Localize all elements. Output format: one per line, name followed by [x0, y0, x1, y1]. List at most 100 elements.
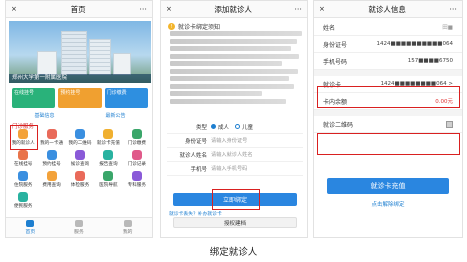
close-icon[interactable]: × — [11, 5, 17, 13]
authorize-record-button[interactable]: 授权建档 — [173, 217, 297, 228]
id-label: 身份证号 — [184, 138, 207, 145]
service-icon — [74, 150, 85, 160]
quick-online-register-button[interactable]: 在线挂号 — [12, 88, 56, 108]
service-item[interactable]: 我的二维码 — [66, 129, 94, 148]
id-number-input[interactable]: 请输入身份证号 — [211, 137, 247, 144]
more-menu-icon[interactable]: ··· — [139, 5, 147, 14]
phone-input[interactable]: 请输入手机号码 — [211, 165, 247, 172]
close-icon[interactable]: × — [319, 5, 325, 13]
qr-code-icon[interactable] — [446, 120, 453, 128]
notice-text-line — [170, 83, 295, 89]
service-label: 便民服务 — [14, 204, 33, 209]
info-links: 基础信息 最新公告 — [9, 112, 151, 119]
service-item[interactable]: 便民服务 — [9, 192, 37, 211]
service-icon — [18, 150, 29, 160]
add-patient-topbar: × 添加就诊人 ··· — [161, 1, 307, 18]
unbind-link[interactable]: 点击解除绑定 — [314, 200, 462, 208]
service-icon — [46, 129, 57, 139]
service-label: 住院服务 — [14, 183, 33, 188]
service-icon — [131, 129, 142, 139]
lost-card-link[interactable]: 就诊卡丢失？补办就诊卡 — [169, 210, 222, 217]
home-topbar: × 首页 ··· — [6, 1, 152, 18]
service-item[interactable]: 体检服务 — [66, 171, 94, 190]
service-label: 费用查询 — [42, 183, 61, 188]
service-label: 门诊记录 — [127, 162, 146, 167]
home-screen: × 首页 ··· 郑州大学第一附属医院 在线挂号 预约挂号 门诊缴费 基础信息 … — [5, 0, 153, 238]
service-icon — [18, 192, 29, 202]
service-label: 我的二维码 — [68, 141, 92, 146]
more-menu-icon[interactable]: ··· — [294, 5, 302, 14]
tab-mine[interactable]: 我的 — [123, 218, 132, 237]
close-icon[interactable]: × — [166, 5, 172, 13]
id-number-row: 身份证号 1424■■■■■■■■■■064 — [314, 36, 462, 53]
notice-text-line — [170, 68, 299, 74]
type-label: 类型 — [195, 124, 207, 131]
building-graphic — [113, 53, 131, 75]
notice-heading: ! 就诊卡绑定须知 — [168, 22, 220, 31]
service-label: 我的一卡通 — [40, 141, 64, 146]
quick-appointment-button[interactable]: 预约挂号 — [58, 88, 102, 108]
tab-label: 服务 — [74, 230, 84, 235]
tab-service[interactable]: 服务 — [74, 218, 84, 237]
id-row: 身份证号 请输入身份证号 — [167, 134, 303, 148]
service-item[interactable]: 在线挂号 — [9, 150, 37, 169]
service-icon — [131, 171, 142, 181]
banner-caption: 郑州大学第一附属医院 — [9, 74, 151, 83]
service-item[interactable]: 专科服务 — [123, 171, 151, 190]
highlight-box — [10, 125, 38, 150]
service-item[interactable]: 门诊记录 — [123, 150, 151, 169]
service-item[interactable]: 门诊缴费 — [123, 129, 151, 148]
service-item[interactable]: 候诊查询 — [66, 150, 94, 169]
service-item[interactable]: 医院导航 — [94, 171, 122, 190]
name-input[interactable]: 请输入就诊人姓名 — [211, 151, 253, 158]
patient-info-screen: × 就诊人信息 ··· 姓名 田■ 身份证号 1424■■■■■■■■■■064… — [313, 0, 463, 238]
notice-text-line — [170, 53, 300, 59]
more-menu-icon[interactable]: ··· — [449, 5, 457, 14]
service-icon — [103, 129, 114, 139]
row-value: 1424■■■■■■■■■■064 — [376, 41, 453, 47]
service-item[interactable]: 费用查询 — [37, 171, 65, 190]
figure-caption: 绑定就诊人 — [209, 247, 258, 258]
adult-radio[interactable]: 成人 — [211, 123, 229, 131]
basic-info-link[interactable]: 基础信息 — [34, 112, 54, 119]
service-label: 医院导航 — [99, 183, 118, 188]
service-label: 专科服务 — [127, 183, 146, 188]
add-patient-screen: × 添加就诊人 ··· ! 就诊卡绑定须知 类型 成人 儿童 身份证号 请输入身… — [160, 0, 308, 238]
service-item[interactable]: 住院服务 — [9, 171, 37, 190]
home-icon — [26, 220, 35, 227]
announcement-link[interactable]: 最新公告 — [105, 112, 125, 119]
building-graphic — [89, 39, 111, 75]
service-item[interactable]: 我的一卡通 — [37, 129, 65, 148]
service-icon — [103, 171, 114, 181]
tab-home[interactable]: 首页 — [26, 218, 35, 237]
user-icon — [123, 220, 132, 227]
service-icon — [74, 171, 85, 181]
phone-row: 手机号 请输入手机号码 — [167, 162, 303, 176]
service-label: 报告查询 — [99, 162, 118, 167]
building-graphic — [61, 31, 87, 75]
row-key: 身份证号 — [323, 41, 348, 49]
highlight-box — [317, 86, 460, 108]
card-recharge-button[interactable]: 就诊卡充值 — [327, 178, 449, 194]
patient-form: 类型 成人 儿童 身份证号 请输入身份证号 就诊人姓名 请输入就诊人姓名 手机号… — [167, 120, 303, 176]
building-graphic — [37, 51, 57, 75]
bottom-tabbar: 首页 服务 我的 — [6, 217, 152, 237]
quick-actions: 在线挂号 预约挂号 门诊缴费 — [9, 85, 151, 111]
service-label: 就诊卡充值 — [96, 141, 120, 146]
service-icon — [46, 150, 57, 160]
notice-text-line — [170, 38, 297, 44]
notice-text-line — [170, 61, 283, 66]
name-row: 姓名 田■ — [314, 19, 462, 36]
row-value: 157■■■■6750 — [407, 58, 453, 64]
radio-label: 成人 — [218, 124, 230, 131]
service-item[interactable]: 报告查询 — [94, 150, 122, 169]
service-item[interactable]: 预约挂号 — [37, 150, 65, 169]
service-item[interactable]: 就诊卡充值 — [94, 129, 122, 148]
row-value: 田■ — [442, 25, 453, 31]
notice-title: 就诊卡绑定须知 — [178, 24, 221, 31]
child-radio[interactable]: 儿童 — [235, 123, 253, 131]
quick-payment-button[interactable]: 门诊缴费 — [104, 88, 148, 108]
notice-text-line — [170, 31, 302, 36]
row-key: 就诊二维码 — [323, 121, 354, 129]
qr-row[interactable]: 就诊二维码 — [314, 116, 462, 133]
